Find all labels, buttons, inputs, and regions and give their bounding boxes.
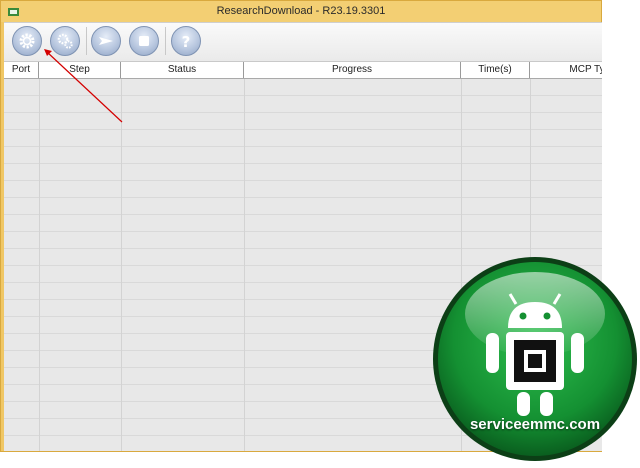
start-download-button[interactable] [91,26,121,56]
settings-button[interactable] [50,26,80,56]
column-header-time[interactable]: Time(s) [461,62,530,78]
column-header-progress[interactable]: Progress [244,62,461,78]
column-header-mcp-type[interactable]: MCP Ty [530,62,602,78]
help-button[interactable]: ? [171,26,201,56]
help-icon: ? [182,33,191,51]
title-bar: ResearchDownload - R23.19.3301 [1,1,601,22]
column-divider [244,79,245,451]
column-header-port[interactable]: Port [4,62,39,78]
play-icon [99,37,113,45]
stop-download-button[interactable] [129,26,159,56]
svg-text:?: ? [182,33,191,51]
toolbar-separator [165,27,166,55]
column-divider [121,79,122,451]
toolbar: ? [4,23,602,62]
watermark-text: serviceemmc.com [469,416,601,433]
column-divider [39,79,40,451]
grid-header: Port Step Status Progress Time(s) MCP Ty [4,62,602,79]
watermark-logo: serviceemmc.com [430,256,640,462]
gear-icon [19,33,35,49]
window-title: ResearchDownload - R23.19.3301 [216,5,386,17]
load-packet-button[interactable] [12,26,42,56]
column-header-status[interactable]: Status [121,62,244,78]
column-header-step[interactable]: Step [39,62,121,78]
gears-icon [57,33,73,49]
stop-icon [139,36,149,46]
toolbar-separator [86,27,87,55]
